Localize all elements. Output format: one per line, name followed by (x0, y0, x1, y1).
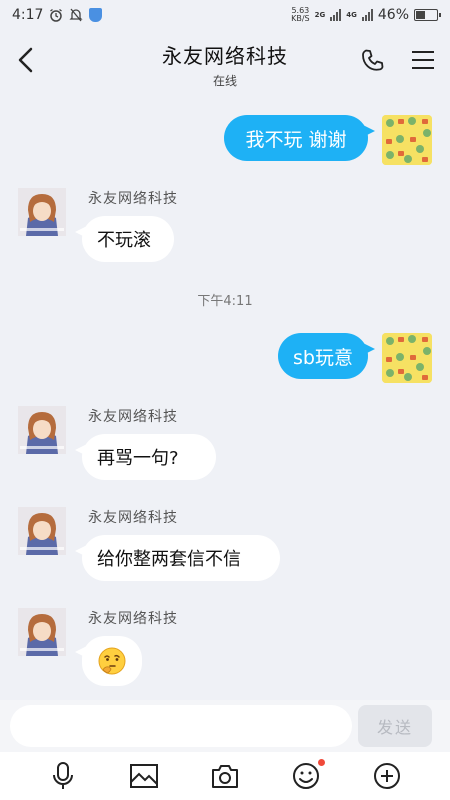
avatar-image (18, 507, 66, 555)
plus-icon (374, 763, 401, 789)
avatar-image (382, 115, 432, 165)
message-bubble[interactable]: 不玩滚 (75, 216, 174, 262)
more-button[interactable] (372, 761, 402, 791)
message-bubble[interactable]: 给你整两套信不信 (75, 535, 280, 581)
status-time: 4:17 (12, 7, 44, 23)
emoji-button[interactable] (291, 759, 326, 791)
message-bubble[interactable]: 再骂一句? (75, 434, 216, 480)
network-speed: 5.63 KB/S (291, 6, 310, 23)
mute-icon (69, 8, 84, 22)
send-button[interactable]: 发送 (358, 705, 432, 747)
network-type-2g: 2G (314, 11, 326, 19)
signal-icon (361, 9, 373, 21)
signal-icon (330, 9, 342, 21)
avatar-image (382, 333, 432, 383)
battery-icon (414, 9, 441, 21)
sender-name: 永友网络科技 (88, 409, 178, 425)
my-avatar[interactable] (382, 115, 432, 165)
avatar-image (18, 406, 66, 454)
contact-avatar[interactable] (18, 608, 66, 656)
call-button[interactable] (360, 48, 386, 74)
avatar-image (18, 608, 66, 656)
online-status: 在线 (212, 74, 237, 88)
emoji-icon (293, 763, 320, 789)
message-incoming: 永友网络科技 再骂一句? (0, 404, 450, 484)
image-button[interactable] (129, 761, 159, 791)
status-bar: 4:17 5.63 KB/S 2G 4G 46% (0, 0, 450, 30)
message-timestamp: 下午4:11 (197, 294, 253, 309)
voice-button[interactable] (48, 761, 78, 791)
hamburger-icon (412, 51, 434, 69)
camera-button[interactable] (210, 761, 240, 791)
thinking-face-icon (98, 647, 126, 675)
avatar-image (18, 188, 66, 236)
message-bubble[interactable] (75, 636, 142, 686)
chat-header: 永友网络科技 在线 (0, 30, 450, 90)
sender-name: 永友网络科技 (88, 611, 178, 627)
alarm-icon (49, 8, 63, 22)
chat-toolbar (0, 752, 450, 800)
message-bubble[interactable]: sb玩意 (278, 333, 375, 379)
microphone-icon (52, 762, 73, 789)
message-incoming: 永友网络科技 给你整两套信不信 (0, 505, 450, 585)
message-bubble[interactable]: 我不玩 谢谢 (224, 115, 375, 161)
message-incoming: 永友网络科技 (0, 606, 450, 692)
notification-dot (318, 759, 326, 766)
phone-icon (362, 49, 384, 71)
sender-name: 永友网络科技 (88, 191, 178, 207)
contact-avatar[interactable] (18, 188, 66, 236)
message-outgoing: sb玩意 (0, 318, 450, 388)
contact-avatar[interactable] (18, 406, 66, 454)
contact-avatar[interactable] (18, 507, 66, 555)
network-type-4g: 4G (346, 11, 357, 19)
message-incoming: 永友网络科技 不玩滚 (0, 186, 450, 266)
battery-percent: 46% (377, 7, 409, 23)
message-list: 我不玩 谢谢 永友网络科技 不玩滚 下午4:11 sb玩意 永友网络科技 再骂一… (0, 100, 450, 695)
my-avatar[interactable] (382, 333, 432, 383)
input-bar: 发送 (0, 700, 450, 752)
message-input[interactable] (10, 705, 352, 747)
shield-icon (89, 8, 103, 22)
menu-button[interactable] (410, 48, 436, 72)
sender-name: 永友网络科技 (88, 510, 178, 526)
image-icon (129, 764, 158, 788)
camera-icon (211, 765, 238, 788)
message-outgoing: 我不玩 谢谢 (0, 100, 450, 170)
